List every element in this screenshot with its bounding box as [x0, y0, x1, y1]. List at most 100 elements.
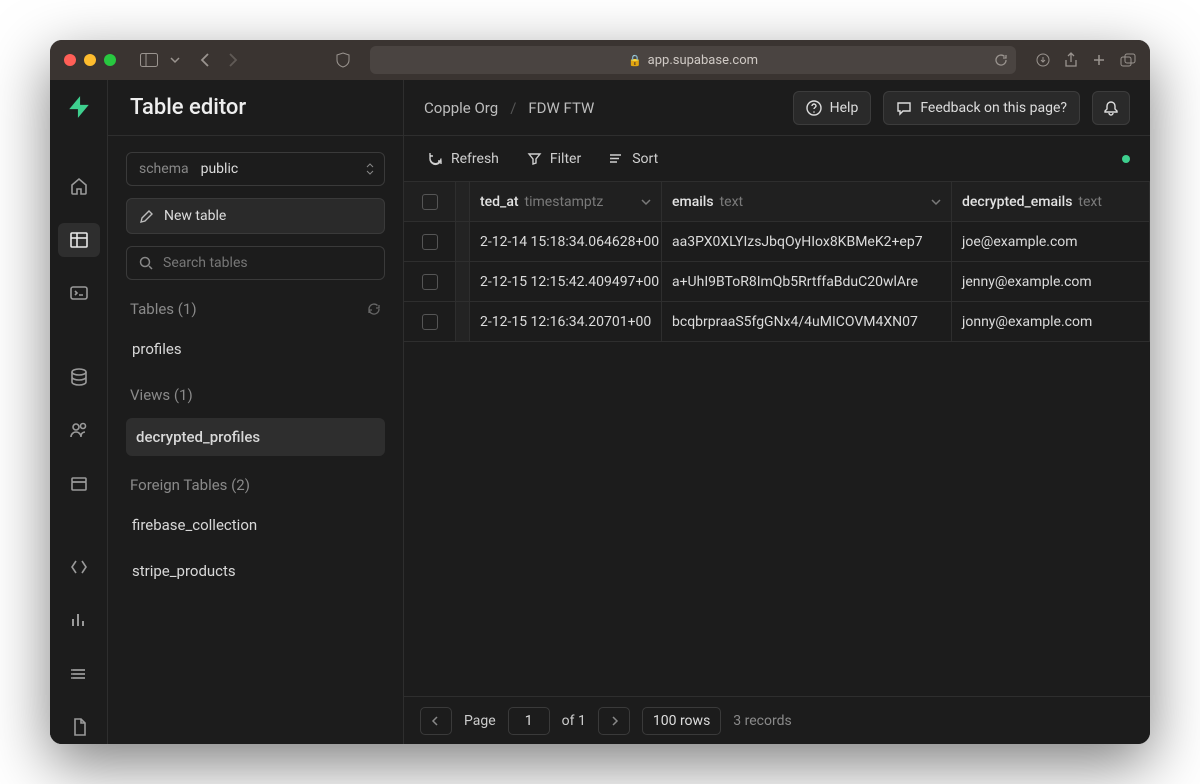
search-icon — [139, 256, 153, 270]
share-icon[interactable] — [1064, 52, 1078, 68]
nav-sql-editor[interactable] — [58, 277, 100, 311]
page-number-input[interactable]: 1 — [508, 707, 550, 735]
help-label: Help — [830, 100, 859, 116]
rows-per-page-select[interactable]: 100 rows — [642, 707, 721, 735]
table-row[interactable]: 2-12-15 12:16:34.20701+00 bcqbrpraaS5fgG… — [404, 302, 1150, 342]
updown-icon — [366, 163, 374, 175]
tables-section-head: Tables (1) — [126, 292, 385, 320]
table-row[interactable]: 2-12-15 12:15:42.409497+00 a+UhI9BToR8Im… — [404, 262, 1150, 302]
chevron-down-icon[interactable] — [170, 55, 180, 65]
chevron-down-icon[interactable] — [931, 197, 941, 207]
notifications-button[interactable] — [1092, 91, 1130, 125]
nav-storage[interactable] — [58, 467, 100, 501]
record-count: 3 records — [733, 713, 791, 729]
schema-selector[interactable]: schema public — [126, 152, 385, 186]
grid-header: ted_at timestamptz emails text — [404, 182, 1150, 222]
column-header-decrypted-emails[interactable]: decrypted_emails text — [952, 182, 1150, 221]
url-text: app.supabase.com — [648, 53, 758, 68]
download-icon[interactable] — [1036, 53, 1050, 67]
feedback-button[interactable]: Feedback on this page? — [883, 91, 1080, 125]
nav-home[interactable] — [58, 170, 100, 204]
maximize-window-button[interactable] — [104, 54, 116, 66]
lock-icon: 🔒 — [628, 54, 642, 67]
foreign-item-stripe[interactable]: stripe_products — [126, 554, 385, 588]
nav-logs[interactable] — [58, 657, 100, 691]
refresh-label: Refresh — [451, 151, 499, 167]
data-grid: ted_at timestamptz emails text — [404, 182, 1150, 744]
row-checkbox[interactable] — [404, 222, 456, 261]
minimize-window-button[interactable] — [84, 54, 96, 66]
column-header-emails[interactable]: emails text — [662, 182, 952, 221]
cell-emails[interactable]: aa3PX0XLYIzsJbqOyHIox8KBMeK2+ep7 — [662, 222, 952, 261]
cell-emails[interactable]: a+UhI9BToR8ImQb5RrtffaBduC20wlAre — [662, 262, 952, 301]
search-placeholder: Search tables — [163, 255, 248, 271]
row-checkbox[interactable] — [404, 302, 456, 341]
cell-created-at[interactable]: 2-12-15 12:15:42.409497+00 — [470, 262, 662, 301]
search-tables-input[interactable]: Search tables — [126, 246, 385, 280]
back-button[interactable] — [200, 53, 212, 67]
nav-rail — [50, 80, 108, 744]
page-label: Page — [464, 713, 496, 729]
tables-head-label: Tables (1) — [130, 300, 197, 318]
column-header-created-at[interactable]: ted_at timestamptz — [470, 182, 662, 221]
nav-api-docs[interactable] — [58, 711, 100, 744]
sidebar-header: Table editor — [108, 80, 403, 136]
breadcrumb-separator: / — [510, 99, 516, 117]
select-all-checkbox[interactable] — [404, 182, 456, 221]
main-area: Copple Org / FDW FTW Help Feedback on th… — [404, 80, 1150, 744]
table-item-profiles[interactable]: profiles — [126, 332, 385, 366]
nav-reports[interactable] — [58, 603, 100, 637]
foreign-head-label: Foreign Tables (2) — [130, 476, 250, 494]
new-table-button[interactable]: New table — [126, 198, 385, 234]
row-checkbox[interactable] — [404, 262, 456, 301]
page-of-label: of 1 — [562, 713, 586, 729]
table-row[interactable]: 2-12-14 15:18:34.064628+00 aa3PX0XLYIzsJ… — [404, 222, 1150, 262]
breadcrumb-project[interactable]: FDW FTW — [528, 99, 594, 117]
new-table-label: New table — [164, 208, 226, 224]
breadcrumb-org[interactable]: Copple Org — [424, 99, 498, 117]
tabs-icon[interactable] — [1120, 53, 1136, 67]
chat-icon — [896, 100, 912, 116]
cell-decrypted[interactable]: joe@example.com — [952, 222, 1150, 261]
forward-button[interactable] — [226, 53, 238, 67]
cell-emails[interactable]: bcqbrpraaS5fgGNx4/4uMICOVM4XN07 — [662, 302, 952, 341]
feedback-label: Feedback on this page? — [920, 100, 1067, 116]
table-toolbar: Refresh Filter Sort — [404, 136, 1150, 182]
sort-label: Sort — [632, 151, 658, 167]
nav-auth[interactable] — [58, 413, 100, 447]
nav-edge-functions[interactable] — [58, 550, 100, 584]
views-section-head: Views (1) — [126, 378, 385, 406]
shield-icon[interactable] — [336, 52, 350, 68]
schema-value: public — [201, 161, 239, 177]
app-window: 🔒 app.supabase.com — [50, 40, 1150, 744]
foreign-item-firebase[interactable]: firebase_collection — [126, 508, 385, 542]
foreign-section-head: Foreign Tables (2) — [126, 468, 385, 496]
views-head-label: Views (1) — [130, 386, 193, 404]
page-title: Table editor — [130, 95, 246, 120]
refresh-tables-icon[interactable] — [367, 302, 381, 316]
help-button[interactable]: Help — [793, 91, 872, 125]
close-window-button[interactable] — [64, 54, 76, 66]
grid-gutter — [456, 182, 470, 221]
new-tab-icon[interactable] — [1092, 53, 1106, 67]
reload-icon[interactable] — [994, 53, 1008, 67]
chevron-down-icon[interactable] — [641, 197, 651, 207]
view-item-decrypted-profiles[interactable]: decrypted_profiles — [126, 418, 385, 456]
nav-database[interactable] — [58, 360, 100, 394]
next-page-button[interactable] — [598, 707, 630, 735]
cell-decrypted[interactable]: jonny@example.com — [952, 302, 1150, 341]
cell-created-at[interactable]: 2-12-15 12:16:34.20701+00 — [470, 302, 662, 341]
cell-created-at[interactable]: 2-12-14 15:18:34.064628+00 — [470, 222, 662, 261]
address-bar[interactable]: 🔒 app.supabase.com — [370, 46, 1016, 74]
edit-icon — [139, 209, 154, 224]
sidebar-toggle-icon[interactable] — [140, 53, 158, 67]
sort-button[interactable]: Sort — [609, 151, 658, 167]
help-icon — [806, 100, 822, 116]
supabase-logo[interactable] — [66, 94, 92, 120]
filter-button[interactable]: Filter — [527, 151, 581, 167]
refresh-button[interactable]: Refresh — [428, 151, 499, 167]
cell-decrypted[interactable]: jenny@example.com — [952, 262, 1150, 301]
filter-label: Filter — [550, 151, 581, 167]
nav-table-editor[interactable] — [58, 223, 100, 257]
prev-page-button[interactable] — [420, 707, 452, 735]
